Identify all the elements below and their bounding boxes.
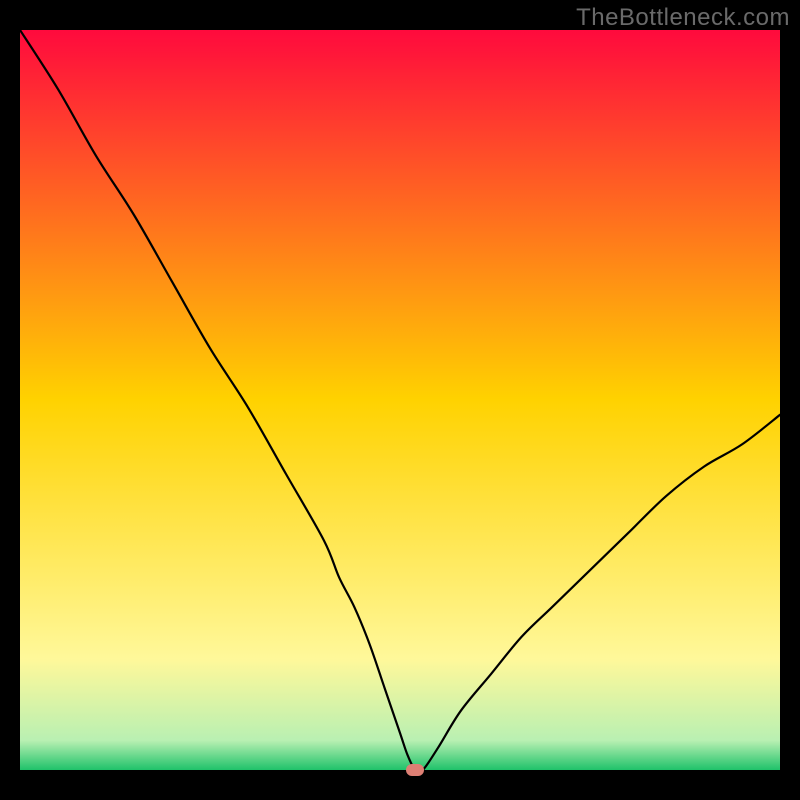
optimal-point-marker [406, 764, 424, 776]
bottleneck-curve [20, 30, 780, 770]
watermark-label: TheBottleneck.com [576, 4, 790, 32]
plot-area [20, 30, 780, 770]
bottleneck-chart: TheBottleneck.com [0, 0, 800, 800]
